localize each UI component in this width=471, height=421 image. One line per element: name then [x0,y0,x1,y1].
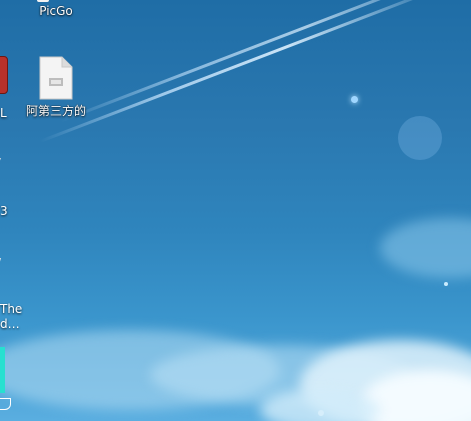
app-icon-partial[interactable] [0,347,5,393]
picgo-icon [37,0,49,2]
desktop-icon-label: PicGo [39,4,73,18]
sparkle [444,282,448,286]
desktop-icon-file[interactable]: 阿第三方的 [17,56,95,118]
desktop-icon-picgo[interactable]: PicGo [17,0,95,18]
partial-icon-label: d… [0,317,20,331]
cloud [380,218,471,278]
partial-icon-label: 3 [0,204,8,218]
lens-flare-orb [398,116,442,160]
file-document-icon [39,56,73,100]
sparkle [351,96,358,103]
desktop-icon-label: 阿第三方的 [25,104,86,118]
app-icon-partial[interactable] [0,56,8,94]
partial-icon-label: The [0,302,23,316]
contrail-1 [39,0,452,143]
partial-icon-label: L [0,106,7,120]
contrail-2 [59,0,471,123]
